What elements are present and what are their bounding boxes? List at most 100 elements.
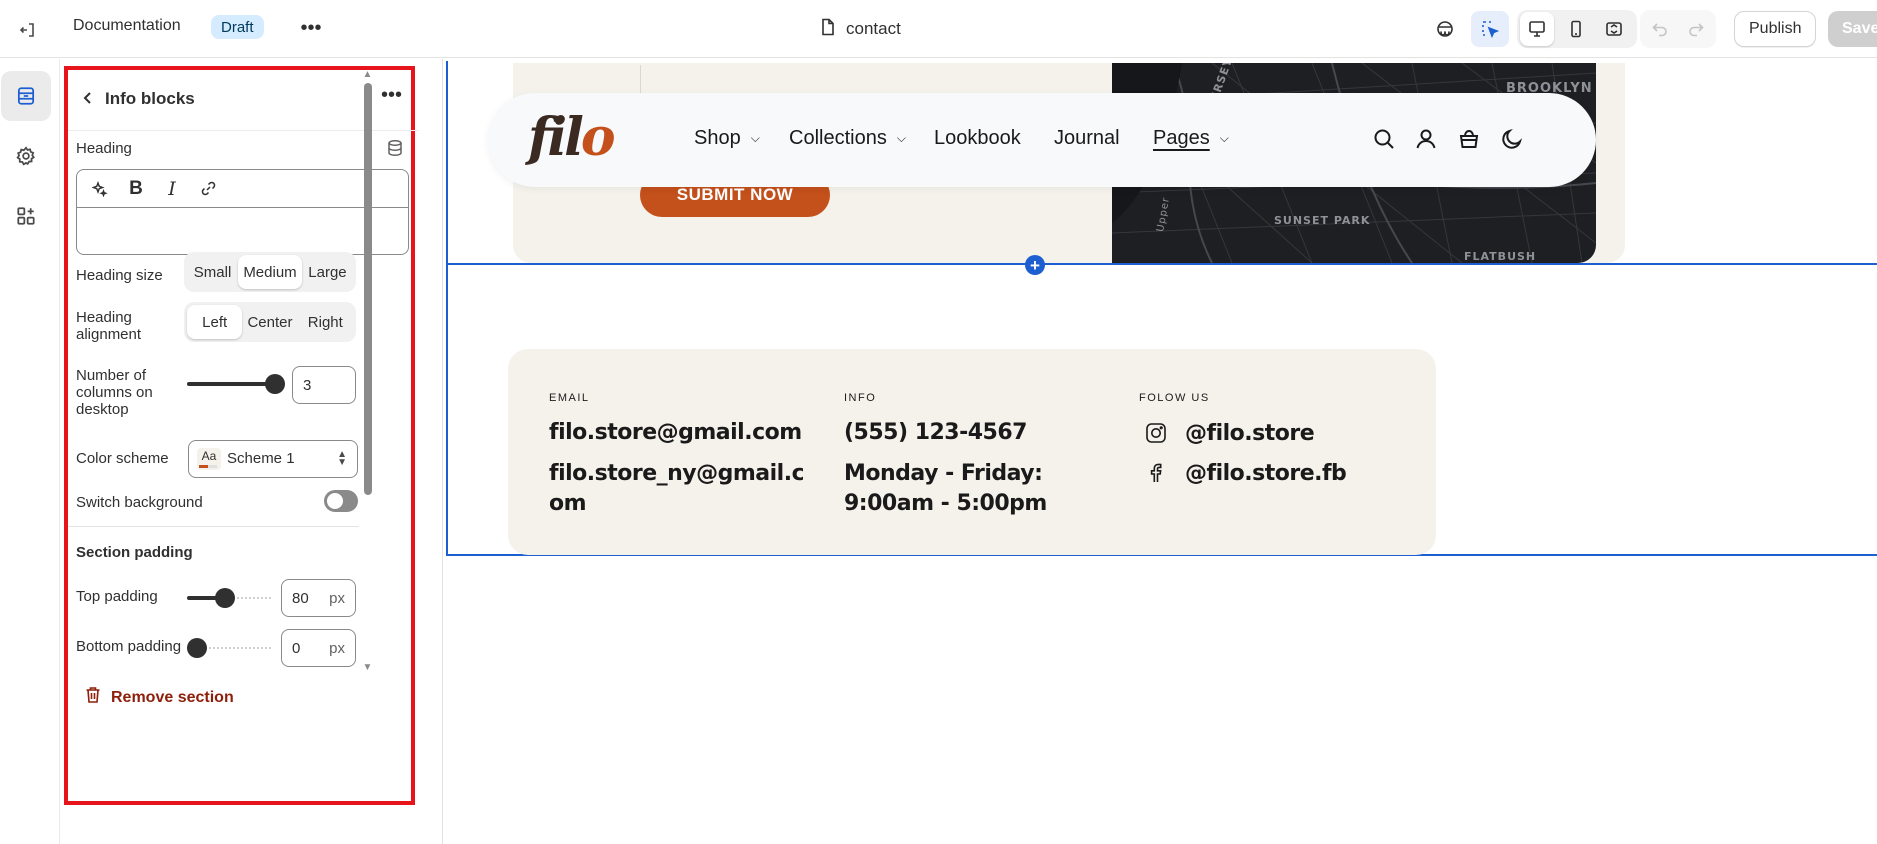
top-padding-slider[interactable] [187, 588, 273, 608]
save-button[interactable]: Save [1828, 11, 1877, 47]
scroll-down-arrow-icon[interactable]: ▼ [361, 663, 374, 673]
card-line: om [549, 491, 587, 516]
page-selector[interactable]: contact [820, 14, 901, 44]
section-padding-heading: Section padding [76, 544, 193, 561]
remove-section-button[interactable]: Remove section [85, 686, 234, 709]
mobile-view-icon[interactable] [1559, 12, 1593, 46]
card-line[interactable]: filo.store@gmail.com [549, 416, 802, 450]
nav-lookbook[interactable]: Lookbook [934, 127, 1021, 150]
gear-icon[interactable] [1, 131, 51, 181]
exit-icon[interactable] [12, 14, 44, 46]
theme-title: Documentation [73, 17, 181, 34]
card-line[interactable]: filo.store_ny@gmail.c [549, 457, 805, 491]
history-controls [1640, 10, 1716, 48]
align-right[interactable]: Right [298, 305, 353, 339]
card-line[interactable]: (555) 123-4567 [844, 416, 1027, 450]
heading-input[interactable] [77, 208, 408, 254]
settings-panel: Info blocks ••• Heading B I Heading size [60, 59, 443, 844]
nav-collections[interactable]: Collections ⌵ [789, 127, 906, 150]
switch-background-toggle[interactable] [324, 490, 358, 512]
scrollbar-thumb[interactable] [364, 83, 372, 495]
scheme-swatch: Aa [197, 448, 221, 470]
page-icon [820, 18, 836, 41]
heading-editor[interactable]: B I [76, 169, 409, 255]
size-medium[interactable]: Medium [238, 255, 302, 289]
apps-icon[interactable] [1, 191, 51, 241]
remove-section-label: Remove section [111, 688, 234, 706]
card-label: INFO [844, 392, 877, 404]
info-card-info: INFO (555) 123-4567 Monday - Friday: 9:0… [803, 349, 1141, 555]
undo-icon[interactable] [1643, 12, 1677, 46]
switch-background-label: Switch background [76, 494, 203, 511]
site-logo[interactable]: filo [528, 107, 616, 169]
top-padding-value: 80 [292, 589, 309, 607]
more-actions-icon[interactable]: ••• [295, 12, 327, 44]
scroll-up-arrow-icon[interactable]: ▲ [361, 70, 374, 80]
redo-icon[interactable] [1679, 12, 1713, 46]
align-center[interactable]: Center [242, 305, 297, 339]
chevron-down-icon: ⌵ [896, 131, 906, 145]
top-padding-unit: px [329, 590, 345, 607]
nav-journal[interactable]: Journal [1054, 127, 1120, 150]
sections-icon[interactable] [1, 71, 51, 121]
social-handle: @filo.store.fb [1185, 460, 1347, 486]
status-badge: Draft [211, 15, 264, 39]
bottom-padding-input[interactable]: 0 px [281, 629, 356, 667]
left-rail [0, 59, 60, 844]
nav-pages[interactable]: Pages ⌵ [1153, 127, 1229, 150]
color-scheme-value: Scheme 1 [227, 450, 295, 467]
desktop-view-icon[interactable] [1520, 12, 1554, 46]
top-padding-slider-handle[interactable] [215, 588, 235, 608]
publish-button[interactable]: Publish [1734, 11, 1817, 47]
bottom-padding-unit: px [329, 640, 345, 657]
social-link-facebook[interactable]: @filo.store.fb [1142, 459, 1347, 487]
size-large[interactable]: Large [302, 255, 353, 289]
heading-alignment-control: Left Center Right [184, 302, 356, 342]
nav-shop[interactable]: Shop ⌵ [694, 127, 760, 150]
cart-icon[interactable] [1457, 127, 1487, 157]
columns-slider-handle[interactable] [265, 374, 285, 394]
top-bar: Documentation Draft ••• contact Publish … [0, 0, 1877, 58]
top-padding-label: Top padding [76, 588, 158, 605]
link-icon[interactable] [197, 178, 219, 200]
divider [68, 526, 359, 527]
device-view-toggle [1517, 10, 1637, 48]
bottom-padding-label: Bottom padding [76, 638, 182, 655]
inspector-icon[interactable] [1426, 11, 1464, 47]
fullscreen-view-icon[interactable] [1597, 12, 1631, 46]
account-icon[interactable] [1414, 127, 1444, 157]
bottom-padding-slider-handle[interactable] [187, 638, 207, 658]
columns-input[interactable]: 3 [292, 366, 356, 404]
dark-mode-icon[interactable] [1500, 127, 1530, 157]
columns-slider[interactable] [187, 374, 285, 394]
preview-canvas: SUBMIT NOW BROOKLYN SUNSET PARK FLATBUSH… [443, 59, 1877, 844]
columns-label-3: desktop [76, 401, 129, 418]
bottom-padding-slider[interactable] [187, 638, 273, 658]
search-icon[interactable] [1372, 127, 1402, 157]
panel-scrollbar[interactable]: ▲ ▼ [361, 70, 374, 673]
italic-icon[interactable]: I [161, 178, 183, 200]
heading-alignment-label-2: alignment [76, 326, 142, 343]
top-padding-input[interactable]: 80 px [281, 579, 356, 617]
map-label-flatbush: FLATBUSH [1464, 250, 1537, 263]
size-small[interactable]: Small [187, 255, 238, 289]
panel-title: Info blocks [105, 89, 195, 108]
social-link-instagram[interactable]: @filo.store [1142, 419, 1315, 447]
info-card-email: EMAIL filo.store@gmail.com filo.store_ny… [508, 349, 846, 555]
color-scheme-select[interactable]: Aa Scheme 1 ▲ ▼ [188, 440, 358, 478]
dynamic-source-icon[interactable] [386, 139, 406, 159]
heading-size-control: Small Medium Large [184, 252, 356, 292]
bold-icon[interactable]: B [125, 178, 147, 200]
ai-sparkle-icon[interactable] [89, 178, 111, 200]
panel-more-icon[interactable]: ••• [381, 84, 402, 107]
social-handle: @filo.store [1185, 420, 1315, 446]
card-label: FOLOW US [1139, 392, 1210, 404]
bottom-padding-value: 0 [292, 639, 301, 657]
select-element-icon[interactable] [1471, 11, 1509, 47]
align-left[interactable]: Left [187, 305, 243, 339]
info-card-follow: FOLOW US @filo.store @filo.store.fb [1098, 349, 1436, 555]
trash-icon [85, 686, 101, 709]
select-arrows-icon: ▲ ▼ [337, 449, 347, 468]
card-line: 9:00am - 5:00pm [844, 491, 1047, 516]
back-arrow-icon[interactable] [76, 86, 100, 110]
